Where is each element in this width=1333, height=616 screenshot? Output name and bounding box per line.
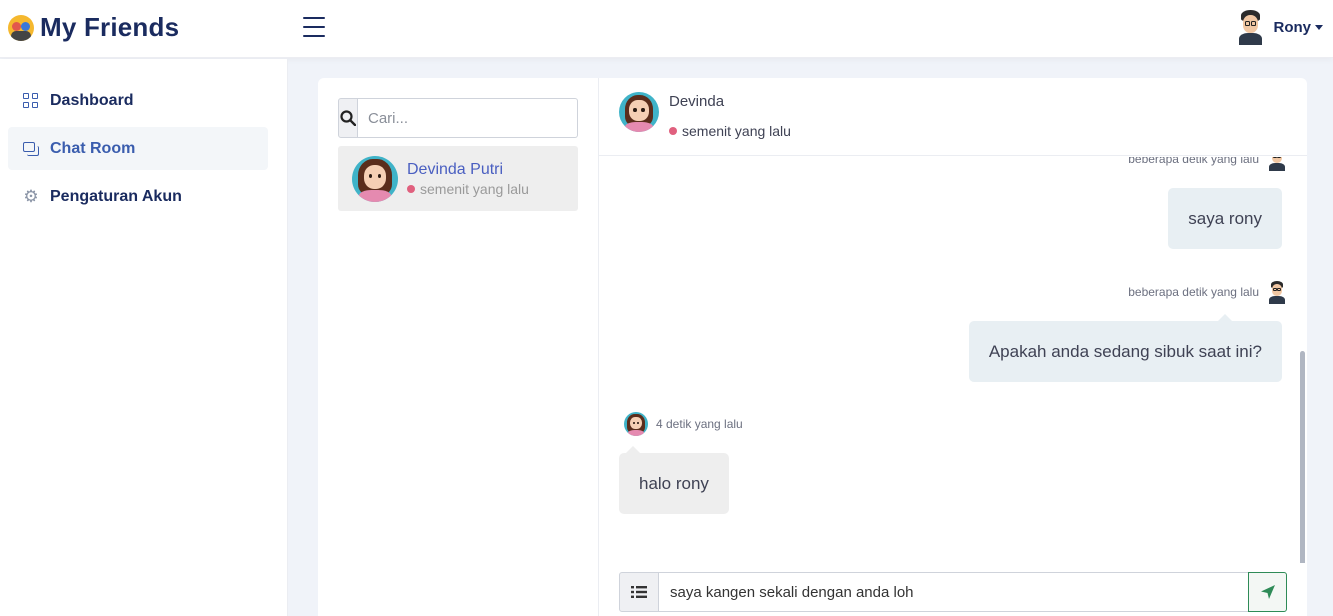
message-meta: beberapa detik yang lalu — [1128, 280, 1287, 304]
message-text: Apakah anda sedang sibuk saat ini? — [988, 341, 1262, 361]
sidebar-item-label: Dashboard — [50, 91, 134, 109]
bubble-tail — [626, 446, 640, 453]
contact-item[interactable]: Devinda Putri semenit yang lalu — [338, 146, 578, 211]
contact-list-panel: Devinda Putri semenit yang lalu — [318, 78, 599, 616]
sidebar: Dashboard Chat Room ⚙ Pengaturan Akun — [0, 59, 288, 616]
chat-icon — [23, 141, 39, 157]
sidebar-item-account-settings[interactable]: ⚙ Pengaturan Akun — [8, 175, 268, 218]
contact-name: Devinda Putri — [407, 160, 504, 178]
message-meta: beberapa detik yang lalu — [1128, 157, 1287, 171]
contact-status: semenit yang lalu — [407, 181, 529, 197]
chat-partner-name: Devinda — [669, 93, 725, 110]
send-button[interactable] — [1248, 572, 1287, 612]
sender-avatar — [624, 412, 648, 436]
user-avatar — [1235, 9, 1266, 45]
chat-partner-status: semenit yang lalu — [669, 123, 791, 139]
top-navbar: My Friends Rony — [0, 0, 1333, 58]
chat-partner-last-seen: semenit yang lalu — [682, 123, 791, 139]
message-composer — [619, 572, 1287, 612]
options-button[interactable] — [619, 572, 659, 612]
sender-avatar — [1267, 157, 1287, 171]
grid-icon — [23, 92, 39, 109]
contact-avatar — [352, 155, 398, 202]
app-logo-icon — [8, 14, 34, 41]
message-scrollbar[interactable] — [1300, 351, 1305, 563]
bubble-tail — [1218, 314, 1232, 321]
contact-info: Devinda Putri semenit yang lalu — [407, 161, 529, 197]
message-input[interactable] — [659, 572, 1248, 612]
search-button[interactable] — [338, 98, 358, 138]
message-text: halo rony — [639, 473, 709, 493]
status-dot-icon — [407, 184, 415, 193]
menu-toggle-icon[interactable] — [303, 17, 325, 37]
message-bubble: saya rony — [1168, 188, 1282, 249]
sidebar-item-label: Chat Room — [50, 139, 136, 157]
send-icon — [1260, 585, 1275, 599]
message-bubble: Apakah anda sedang sibuk saat ini? — [968, 321, 1282, 382]
chat-card: Devinda Putri semenit yang lalu Devinda … — [318, 78, 1307, 616]
user-name: Rony — [1273, 18, 1312, 36]
message-list[interactable]: beberapa detik yang lalu saya rony beber… — [599, 157, 1307, 563]
search-group — [338, 98, 578, 138]
message-meta: 4 detik yang lalu — [624, 412, 743, 436]
chevron-down-icon — [1315, 24, 1323, 30]
sidebar-item-dashboard[interactable]: Dashboard — [8, 79, 268, 122]
search-icon — [340, 110, 356, 126]
sender-avatar — [1267, 280, 1287, 304]
message-time: beberapa detik yang lalu — [1128, 285, 1259, 299]
gear-icon: ⚙ — [23, 186, 39, 206]
brand[interactable]: My Friends — [8, 12, 179, 43]
contact-last-seen: semenit yang lalu — [420, 180, 529, 197]
chat-header: Devinda semenit yang lalu — [599, 78, 1307, 156]
sidebar-item-chat-room[interactable]: Chat Room — [8, 127, 268, 170]
message-time: 4 detik yang lalu — [656, 417, 743, 431]
chat-panel: Devinda semenit yang lalu beberapa detik… — [599, 78, 1307, 616]
chat-partner-avatar — [619, 92, 659, 132]
status-dot-icon — [669, 127, 677, 135]
app-title: My Friends — [40, 12, 180, 42]
sidebar-item-label: Pengaturan Akun — [50, 187, 182, 205]
message-text: saya rony — [1188, 208, 1262, 228]
user-menu[interactable]: Rony — [1235, 9, 1323, 45]
message-bubble: halo rony — [619, 453, 729, 514]
list-icon — [631, 586, 647, 598]
message-time: beberapa detik yang lalu — [1128, 157, 1259, 166]
search-input[interactable] — [358, 98, 578, 138]
